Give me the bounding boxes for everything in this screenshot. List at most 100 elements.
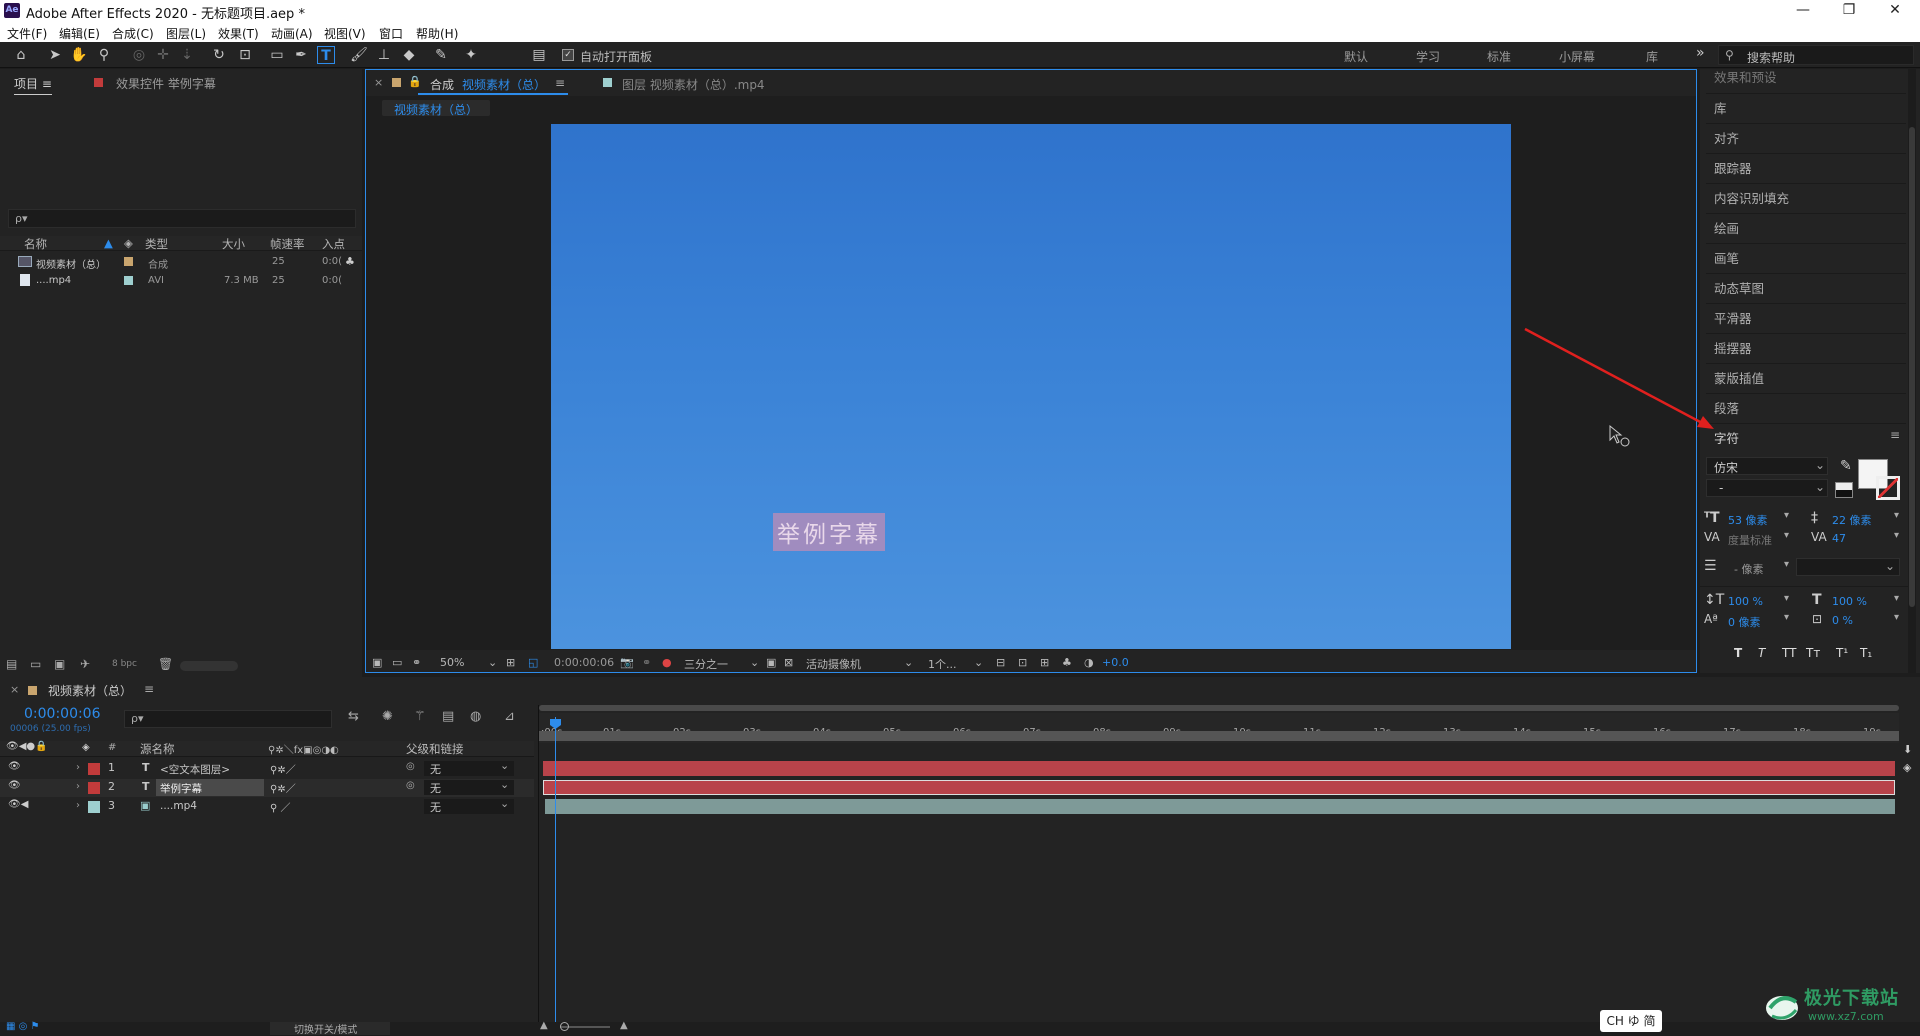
home-icon[interactable]: ⌂ xyxy=(12,46,30,64)
interpret-footage-icon[interactable]: ▤ xyxy=(6,657,17,671)
toggle-transparency-icon[interactable]: ⊠ xyxy=(784,656,793,669)
layer-label-color[interactable] xyxy=(88,782,100,794)
dolly-camera-icon[interactable]: ⇣ xyxy=(178,46,196,64)
chevron-down-icon[interactable]: ▾ xyxy=(1784,593,1789,604)
layer-switches[interactable]: ⚲✲／ xyxy=(270,780,296,795)
col-parent-link[interactable]: 父级和链接 xyxy=(406,741,464,757)
black-white-swatch[interactable] xyxy=(1835,482,1853,498)
layer-row[interactable]: 👁 › 1 T <空文本图层> ⚲✲／ ◎ 无 ⌄ xyxy=(0,759,534,778)
chevron-down-icon[interactable]: ▾ xyxy=(1784,559,1789,570)
new-folder-icon[interactable]: ▭ xyxy=(30,657,41,671)
snapshot-icon[interactable]: 📷 xyxy=(620,656,634,669)
menu-edit[interactable]: 编辑(E) xyxy=(59,25,100,42)
stroke-type-select[interactable]: ⌄ xyxy=(1796,558,1900,576)
chevron-down-icon[interactable]: ▾ xyxy=(1894,530,1899,541)
chevron-down-icon[interactable]: ▾ xyxy=(1894,510,1899,521)
zoom-dropdown-icon[interactable]: ⌄ xyxy=(488,656,497,669)
lock-icon[interactable]: 🔒 xyxy=(408,75,422,88)
work-area-bar[interactable] xyxy=(539,705,1899,711)
panel-align[interactable]: 对齐 xyxy=(1714,128,1739,147)
flowchart-icon[interactable]: ♣ xyxy=(345,255,355,268)
resolution-select[interactable]: 三分之一 xyxy=(684,656,728,672)
menu-file[interactable]: 文件(F) xyxy=(7,25,47,42)
zoom-select[interactable]: 50% xyxy=(440,656,464,669)
scroll-thumb[interactable] xyxy=(1909,127,1915,607)
zoom-tool-icon[interactable]: ⚲ xyxy=(95,46,113,64)
show-snapshot-icon[interactable]: ⚭ xyxy=(642,656,651,669)
visibility-eye-icon[interactable]: 👁◀ xyxy=(8,799,28,810)
keyframe-icon[interactable]: ◈ xyxy=(1903,761,1911,774)
layer-name[interactable]: <空文本图层> xyxy=(160,762,230,777)
time-zoom-thumb[interactable] xyxy=(560,1022,569,1031)
comp-breadcrumb[interactable]: 视频素材（总） xyxy=(382,100,491,117)
mask-view-icon[interactable]: ⚭ xyxy=(412,656,421,669)
panel-tracker[interactable]: 跟踪器 xyxy=(1714,158,1752,177)
composition-mini-flowchart-icon[interactable]: ⇆ xyxy=(348,709,359,724)
tsume-value[interactable]: 0 % xyxy=(1832,614,1853,627)
panel-motion-sketch[interactable]: 动态草图 xyxy=(1714,278,1764,297)
subscript-button[interactable]: T₁ xyxy=(1860,646,1872,660)
faux-italic-button[interactable]: T xyxy=(1758,646,1765,660)
flowchart-icon[interactable]: ♣ xyxy=(1062,656,1072,669)
draft-3d-icon[interactable]: ✺ xyxy=(382,709,393,724)
pan-camera-icon[interactable]: ✛ xyxy=(154,46,172,64)
font-family-select[interactable]: 仿宋 ⌄ xyxy=(1706,457,1828,475)
kerning-value[interactable]: 度量标准 xyxy=(1728,532,1772,548)
brush-tool-icon[interactable]: 🖌 xyxy=(350,46,368,64)
right-scrollbar[interactable] xyxy=(1908,69,1916,673)
always-preview-icon[interactable]: ▣ xyxy=(372,656,382,669)
project-item[interactable]: 视频素材（总） 合成 25 0:0( ♣ xyxy=(0,255,356,273)
eyedropper-icon[interactable]: ✎ xyxy=(1840,458,1852,474)
playhead-line[interactable] xyxy=(555,717,556,1023)
col-name[interactable]: 名称 xyxy=(24,236,47,252)
menu-composition[interactable]: 合成(C) xyxy=(112,25,154,42)
layer-switches[interactable]: ⚲ ／ xyxy=(270,799,291,814)
visibility-eye-icon[interactable]: 👁 xyxy=(8,761,21,772)
font-style-select[interactable]: - ⌄ xyxy=(1706,479,1828,497)
roto-brush-icon[interactable]: ✎ xyxy=(432,46,450,64)
minimize-button[interactable]: — xyxy=(1780,0,1826,22)
close-button[interactable]: ✕ xyxy=(1872,0,1918,22)
tab-project[interactable]: 项目 ≡ xyxy=(14,75,52,95)
baseline-shift-value[interactable]: 0 像素 xyxy=(1728,614,1761,630)
workspace-learn[interactable]: 学习 xyxy=(1416,48,1440,65)
zoom-in-icon[interactable]: ▲ xyxy=(620,1020,628,1031)
expand-arrow-icon[interactable]: › xyxy=(76,800,80,811)
menu-animation[interactable]: 动画(A) xyxy=(271,25,313,42)
auto-open-checkbox[interactable]: ✓ xyxy=(562,49,574,61)
delete-icon[interactable]: 🗑 xyxy=(158,657,173,671)
panel-library[interactable]: 库 xyxy=(1714,98,1727,117)
panel-paint[interactable]: 绘画 xyxy=(1714,218,1739,237)
small-caps-button[interactable]: Tт xyxy=(1806,646,1820,660)
panel-effects-presets[interactable]: 效果和预设 xyxy=(1714,67,1777,86)
pen-tool-icon[interactable]: ✒ xyxy=(292,46,310,64)
layer-bar[interactable] xyxy=(543,761,1895,776)
motion-blur-icon[interactable]: ◍ xyxy=(470,709,481,724)
project-item[interactable]: ....mp4 AVI 7.3 MB 25 0:0( xyxy=(0,274,356,292)
ime-indicator[interactable]: CH ゆ 简 xyxy=(1600,1010,1662,1032)
panel-content-aware-fill[interactable]: 内容识别填充 xyxy=(1714,188,1789,207)
views-dropdown-icon[interactable]: ⌄ xyxy=(974,656,983,669)
render-toggle-icons[interactable]: ▦ ◎ ⚑ xyxy=(6,1021,40,1032)
timecode-display[interactable]: 0:00:00:06 xyxy=(24,706,101,722)
fast-previews-icon[interactable]: ⊡ xyxy=(1018,656,1027,669)
menu-layer[interactable]: 图层(L) xyxy=(166,25,206,42)
layer-label-color[interactable] xyxy=(88,763,100,775)
camera-select[interactable]: 活动摄像机 xyxy=(806,656,861,672)
exposure-value[interactable]: +0.0 xyxy=(1102,656,1129,669)
bpc-label[interactable]: 8 bpc xyxy=(112,659,137,669)
puppet-pin-icon[interactable]: ✦ xyxy=(462,46,480,64)
shy-layers-icon[interactable]: ⚚ xyxy=(414,709,426,724)
workspace-default[interactable]: 默认 xyxy=(1344,48,1368,65)
timeline-tab-name[interactable]: 视频素材（总） xyxy=(48,682,132,699)
selection-tool-icon[interactable]: ➤ xyxy=(46,46,64,64)
help-search-box[interactable]: ⚲ 搜索帮助 xyxy=(1718,45,1914,65)
panel-brushes[interactable]: 画笔 xyxy=(1714,248,1739,267)
graph-editor-icon[interactable]: ⊿ xyxy=(504,709,515,724)
switch-mode-label[interactable]: 切换开关/模式 xyxy=(294,1021,357,1036)
composition-viewer[interactable]: 举例字幕 xyxy=(551,124,1511,649)
expand-arrow-icon[interactable]: › xyxy=(76,762,80,773)
frame-blending-icon[interactable]: ▤ xyxy=(442,709,454,724)
rotate-tool-icon[interactable]: ↻ xyxy=(210,46,228,64)
menu-window[interactable]: 窗口 xyxy=(379,25,403,42)
